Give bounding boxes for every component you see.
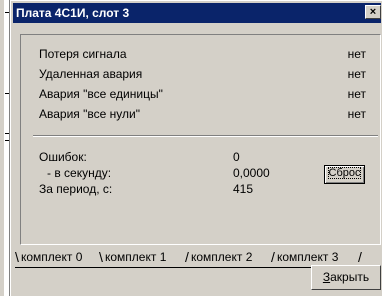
background-tick xyxy=(5,12,9,13)
errors-per-second-value: 0,0000 xyxy=(233,166,270,180)
background-tick xyxy=(5,140,9,141)
tab-komplekt-3[interactable]: комплект 3 xyxy=(277,249,338,266)
close-icon[interactable]: × xyxy=(365,5,381,19)
alarm-label-remote: Удаленная авария xyxy=(39,67,143,81)
tab-komplekt-2[interactable]: комплект 2 xyxy=(191,249,252,266)
alarm-value-remote: нет xyxy=(347,67,366,81)
alarm-label-all-zeros: Авария "все нули" xyxy=(39,107,140,121)
tab-komplekt-1[interactable]: комплект 1 xyxy=(105,249,166,266)
status-panel: Потеря сигнала нет Удаленная авария нет … xyxy=(20,34,381,245)
reset-button-label: Сброс xyxy=(327,167,362,179)
errors-value: 0 xyxy=(233,150,240,164)
title-bar: Плата 4С1И, слот 3 × xyxy=(13,3,381,23)
alarm-label-signal-loss: Потеря сигнала xyxy=(39,47,127,61)
close-button-label: акрыть xyxy=(330,270,370,284)
tab-edge: / xyxy=(271,249,275,265)
errors-label: Ошибок: xyxy=(39,150,87,164)
tab-edge: \ xyxy=(15,249,19,265)
board-dialog: Плата 4С1И, слот 3 × Потеря сигнала нет … xyxy=(10,0,382,296)
alarm-label-all-ones: Авария "все единицы" xyxy=(39,87,163,101)
period-value: 415 xyxy=(233,182,254,196)
tab-edge: / xyxy=(185,249,189,265)
background-tick xyxy=(5,93,9,94)
alarm-value-signal-loss: нет xyxy=(347,47,366,61)
section-divider xyxy=(33,135,378,137)
window-title: Плата 4С1И, слот 3 xyxy=(16,6,130,20)
errors-per-second-label: - в секунду: xyxy=(47,166,112,180)
reset-button[interactable]: Сброс xyxy=(324,165,365,184)
tab-edge: \ xyxy=(99,249,103,265)
tab-edge: / xyxy=(358,249,362,265)
period-label: За период, с: xyxy=(39,182,113,196)
alarm-value-all-ones: нет xyxy=(347,87,366,101)
close-button[interactable]: Закрыть xyxy=(311,265,381,290)
alarm-value-all-zeros: нет xyxy=(347,107,366,121)
background-tick xyxy=(5,133,9,134)
background-strip xyxy=(0,0,4,296)
tab-komplekt-0[interactable]: комплект 0 xyxy=(21,249,82,266)
